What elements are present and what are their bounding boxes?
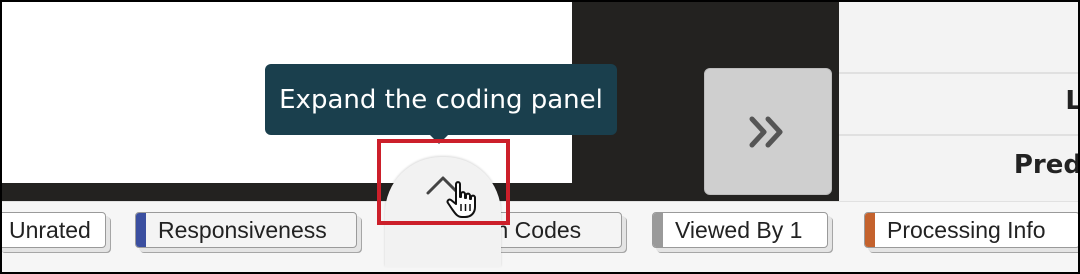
tab-label: Responsiveness — [158, 216, 327, 243]
tab-unrated[interactable]: Unrated — [2, 212, 106, 248]
next-document-button[interactable] — [704, 68, 832, 195]
tab-label: Viewed By 1 — [675, 216, 803, 243]
side-panel: L Pred — [839, 2, 1078, 201]
panel-divider — [839, 72, 1078, 74]
tab-label: Processing Info — [887, 216, 1046, 243]
highlight-box — [377, 139, 510, 225]
tab-color-bar — [865, 213, 875, 247]
tab-color-bar — [653, 213, 663, 247]
panel-heading-1: L — [1065, 86, 1078, 116]
tab-label: Unrated — [9, 216, 91, 243]
tab-color-bar — [136, 213, 146, 247]
tooltip: Expand the coding panel — [265, 64, 617, 135]
tooltip-text: Expand the coding panel — [279, 84, 603, 115]
app-frame: L Pred Unrated Responsiveness Freeform C… — [0, 0, 1080, 274]
double-chevron-right-icon — [749, 116, 783, 147]
tab-responsiveness[interactable]: Responsiveness — [135, 212, 357, 248]
tab-viewed-by[interactable]: Viewed By 1 — [652, 212, 828, 248]
tab-processing-info[interactable]: Processing Info — [864, 212, 1078, 248]
coding-tab-bar: Unrated Responsiveness Freeform Codes Vi… — [2, 201, 1078, 272]
panel-divider — [839, 134, 1078, 136]
hand-pointer-icon — [446, 181, 476, 218]
panel-heading-2: Pred — [1013, 150, 1080, 180]
